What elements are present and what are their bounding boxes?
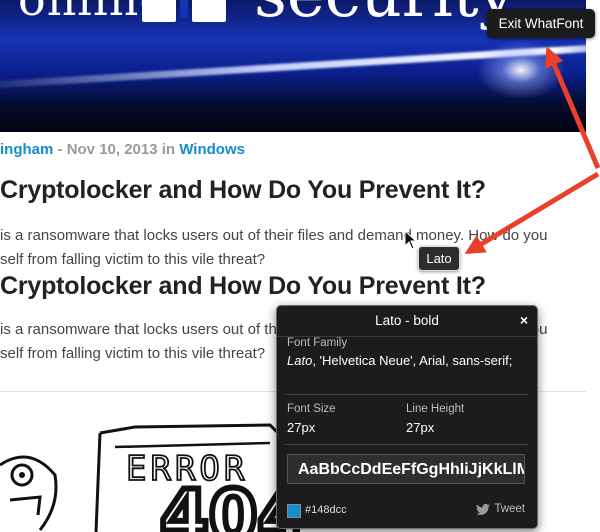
- tweet-link[interactable]: Tweet: [476, 503, 525, 515]
- author-link[interactable]: ingham: [0, 141, 53, 158]
- post-date: Nov 10, 2013: [66, 141, 158, 158]
- panel-header: Lato - bold ×: [277, 306, 537, 337]
- line-height-label: Line Height: [406, 403, 465, 415]
- error-404-doodle: ERROR 404: [0, 423, 300, 532]
- font-family-fallbacks: , 'Helvetica Neue', Arial, sans-serif;: [312, 353, 513, 368]
- panel-divider: [285, 394, 529, 395]
- excerpt-line: is a ransomware that locks users out of …: [0, 227, 548, 244]
- font-family-primary: Lato: [287, 353, 313, 368]
- close-icon[interactable]: ×: [520, 312, 528, 328]
- panel-divider: [285, 444, 529, 445]
- font-sample-box: AaBbCcDdEeFfGgHhIiJjKkLlMmNn: [287, 454, 525, 484]
- color-value: #148dcc: [305, 504, 347, 516]
- color-swatch: [287, 504, 301, 518]
- mouse-cursor-icon: [404, 230, 418, 250]
- post-title-duplicate[interactable]: Cryptolocker and How Do You Prevent It?: [0, 272, 486, 301]
- tweet-label: Tweet: [494, 503, 525, 515]
- line-height-value: 27px: [406, 420, 435, 435]
- meta-separator: -: [53, 141, 67, 158]
- panel-title: Lato - bold: [375, 313, 439, 328]
- exit-whatfont-button[interactable]: Exit WhatFont: [487, 9, 595, 38]
- banner-lock-graphic: [142, 0, 226, 22]
- category-link[interactable]: Windows: [179, 141, 245, 158]
- whatfont-panel: Lato - bold × Font Family Lato, 'Helveti…: [276, 305, 538, 529]
- font-family-label: Font Family: [287, 337, 348, 349]
- font-hover-tooltip: Lato: [418, 246, 460, 271]
- post-excerpt: is a ransomware that locks users out of …: [0, 224, 548, 272]
- banner-text-security: security: [254, 0, 515, 32]
- font-size-label: Font Size: [287, 403, 336, 415]
- excerpt-line: self from falling victim to this vile th…: [0, 251, 266, 268]
- twitter-bird-icon: [476, 503, 491, 515]
- post-meta: ingham - Nov 10, 2013 in Windows: [0, 141, 245, 158]
- font-size-value: 27px: [287, 420, 316, 435]
- post-title[interactable]: Cryptolocker and How Do You Prevent It?: [0, 176, 486, 205]
- font-family-value: Lato, 'Helvetica Neue', Arial, sans-seri…: [287, 352, 527, 370]
- meta-in-word: in: [157, 141, 180, 158]
